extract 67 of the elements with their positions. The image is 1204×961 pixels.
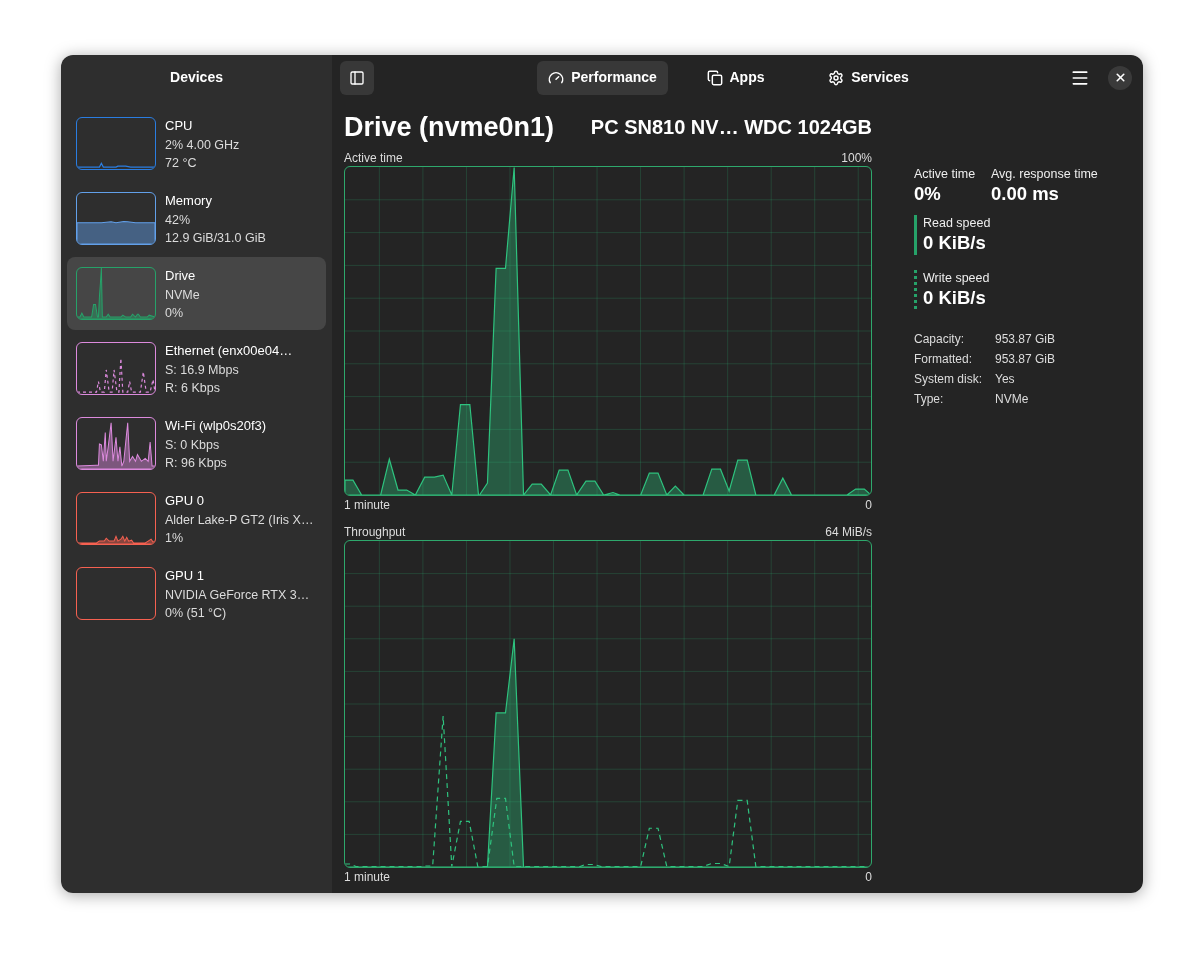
device-name: Wi-Fi (wlp0s20f3)	[165, 417, 267, 435]
graph-end-label: 0	[865, 869, 872, 886]
device-detail: 72 °C	[165, 155, 198, 172]
device-detail: 0% (51 °C)	[165, 605, 228, 622]
device-item[interactable]: Drive NVMe 0%	[67, 257, 326, 330]
device-detail: 42%	[165, 211, 192, 229]
dotted-line-icon	[914, 270, 917, 310]
device-item[interactable]: Memory 42% 12.9 GiB/31.0 GiB	[67, 182, 326, 255]
device-name: CPU	[165, 117, 194, 135]
device-item[interactable]: Wi-Fi (wlp0s20f3) S: 0 Kbps R: 96 Kbps	[67, 407, 326, 480]
sidebar-toggle-button[interactable]	[340, 60, 374, 95]
device-detail: R: 6 Kbps	[165, 380, 221, 397]
property-label: Capacity:	[914, 331, 966, 348]
drive-title: Drive (nvme0n1)	[344, 110, 555, 144]
device-item[interactable]: Ethernet (enx00e04… S: 16.9 Mbps R: 6 Kbps	[67, 332, 326, 405]
graph-start-label: 1 minute	[344, 497, 391, 514]
device-detail: 12.9 GiB/31.0 GiB	[165, 230, 266, 247]
close-button[interactable]	[1108, 65, 1132, 90]
stat-label: Avg. response time	[991, 166, 1098, 182]
solid-line-icon	[914, 215, 917, 255]
device-item[interactable]: GPU 0 Alder Lake-P GT2 (Iris X… 1%	[67, 482, 326, 555]
device-detail: 1%	[165, 530, 185, 547]
device-name: Ethernet (enx00e04…	[165, 342, 293, 360]
view-tab[interactable]: Services	[803, 60, 934, 95]
property-value: NVMe	[995, 391, 1029, 408]
windows-icon	[706, 69, 723, 86]
device-detail: S: 0 Kbps	[165, 436, 221, 454]
device-name: GPU 0	[165, 492, 205, 510]
view-tab[interactable]: Performance	[537, 60, 668, 95]
device-item[interactable]: GPU 1 NVIDIA GeForce RTX 3… 0% (51 °C)	[67, 557, 326, 630]
speed-label: Write speed	[923, 270, 990, 286]
device-detail: S: 16.9 Mbps	[165, 361, 240, 379]
property-label: Type:	[914, 391, 945, 408]
device-detail: 0%	[165, 305, 185, 322]
property-value: 953.87 GiB	[995, 351, 1056, 368]
device-name: Memory	[165, 192, 213, 210]
stat-value: 0%	[914, 182, 942, 206]
gear-icon	[828, 69, 845, 86]
stat-value: 0.00 ms	[991, 182, 1060, 206]
property-label: System disk:	[914, 371, 983, 388]
device-detail: Alder Lake-P GT2 (Iris X…	[165, 511, 314, 529]
device-detail: NVIDIA GeForce RTX 3…	[165, 586, 310, 604]
device-name: Drive	[165, 267, 197, 285]
device-detail: R: 96 Kbps	[165, 455, 228, 472]
graph-title: Throughput	[344, 524, 406, 541]
graph-title: Active time	[344, 150, 403, 167]
property-value: 953.87 GiB	[995, 331, 1056, 348]
property-value: Yes	[995, 371, 1015, 388]
graph-end-label: 0	[865, 497, 872, 514]
speed-value: 0 KiB/s	[923, 231, 987, 255]
sidebar-panel-icon	[349, 69, 365, 86]
graph-max-label: 100%	[841, 150, 872, 167]
stat-label: Active time	[914, 166, 977, 182]
graph-start-label: 1 minute	[344, 869, 391, 886]
drive-model: PC SN810 NV… WDC 1024GB	[590, 115, 872, 140]
sidebar-title: Devices	[170, 67, 223, 87]
device-name: GPU 1	[165, 567, 205, 585]
speed-value: 0 KiB/s	[923, 286, 987, 310]
property-label: Formatted:	[914, 351, 974, 368]
device-detail: 2% 4.00 GHz	[165, 136, 240, 154]
speed-label: Read speed	[923, 215, 991, 231]
device-item[interactable]: CPU 2% 4.00 GHz 72 °C	[67, 107, 326, 180]
graph-max-label: 64 MiB/s	[825, 524, 872, 541]
view-tab[interactable]: Apps	[670, 60, 801, 95]
close-icon	[1113, 71, 1127, 84]
gauge-icon	[548, 69, 565, 86]
device-detail: NVMe	[165, 286, 200, 304]
